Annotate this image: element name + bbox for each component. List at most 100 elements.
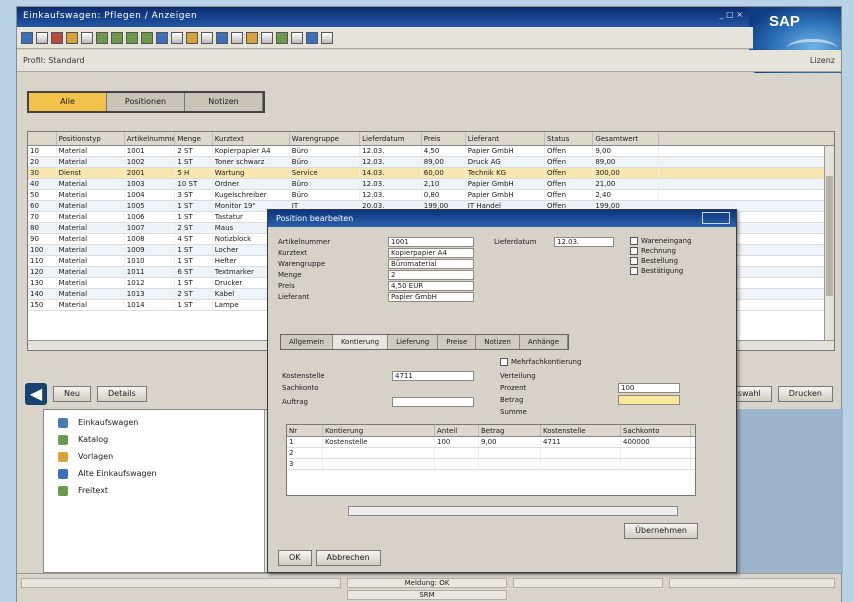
sap-window: Einkaufswagen: Pflegen / Anzeigen _ □ × … — [16, 6, 843, 602]
dialog-field-input[interactable]: Papier GmbH — [388, 291, 474, 302]
tree-item[interactable]: Vorlagen — [44, 448, 274, 465]
layout-icon[interactable] — [186, 31, 198, 44]
scroll-thumb[interactable] — [826, 176, 833, 296]
dialog-tab[interactable]: Lieferung — [388, 335, 439, 349]
tab-notes[interactable]: Notizen — [185, 93, 263, 111]
dialog-field-input[interactable]: Büromaterial — [388, 258, 474, 269]
dialog-tab[interactable]: Notizen — [476, 335, 520, 349]
prev-page-icon[interactable] — [111, 31, 123, 44]
help-icon[interactable] — [321, 31, 333, 44]
column-header[interactable]: Positionstyp — [57, 132, 125, 145]
dialog-tab[interactable]: Preise — [438, 335, 477, 349]
sort-icon[interactable] — [216, 31, 228, 44]
shortcut-icon[interactable] — [171, 31, 183, 44]
change-icon[interactable] — [276, 31, 288, 44]
find-icon[interactable] — [81, 31, 93, 44]
next-page-icon[interactable] — [126, 31, 138, 44]
print-button[interactable]: Drucken — [777, 386, 833, 402]
assignment-table-scrollbar[interactable] — [348, 506, 678, 516]
back-icon[interactable] — [36, 31, 48, 44]
table-cell: 1 ST — [175, 157, 213, 167]
details-button[interactable]: Details — [96, 386, 147, 402]
table-row[interactable]: 1 Kostenstelle 100 9,00 4711 400000 — [287, 437, 695, 448]
table-cell: Material — [57, 289, 125, 299]
column-header[interactable]: Preis — [422, 132, 466, 145]
checkbox[interactable] — [630, 267, 638, 275]
tree-item[interactable]: Einkaufswagen — [44, 414, 274, 431]
checkbox[interactable] — [630, 237, 638, 245]
arrow-left-icon[interactable]: ◀ — [25, 383, 47, 405]
column-header[interactable]: Artikelnummer — [125, 132, 176, 145]
tree-item[interactable]: Katalog — [44, 431, 274, 448]
save-icon[interactable] — [21, 31, 33, 44]
dialog-field-input[interactable]: 1001 — [388, 236, 474, 247]
folder-icon — [58, 451, 68, 462]
column-header[interactable]: Lieferant — [466, 132, 545, 145]
table-cell: 14.03. — [360, 168, 422, 178]
column-header[interactable]: Sachkonto — [621, 425, 691, 436]
table-cell: 1010 — [125, 256, 176, 266]
multi-account-checkbox[interactable] — [500, 357, 508, 366]
table-header: Positionstyp Artikelnummer Menge Kurztext Wa… — [28, 132, 834, 146]
table-vertical-scrollbar[interactable] — [824, 146, 834, 342]
column-header[interactable]: Betrag — [479, 425, 541, 436]
dialog-button-bar: OK Abbrechen — [278, 550, 381, 566]
table-row[interactable]: 2 — [287, 448, 695, 459]
dialog-tab[interactable]: Kontierung — [332, 335, 389, 349]
column-header[interactable]: Kontierung — [323, 425, 435, 436]
details-icon[interactable] — [261, 31, 273, 44]
order-input[interactable] — [392, 396, 474, 407]
delivery-date-input[interactable]: 12.03. — [554, 236, 614, 247]
sum-icon[interactable] — [231, 31, 243, 44]
column-header[interactable]: Nr — [287, 425, 323, 436]
dialog-field-input[interactable]: 4,50 EUR — [388, 280, 474, 291]
dialog-field-input[interactable]: Kopierpapier A4 — [388, 247, 474, 258]
delete-icon[interactable] — [291, 31, 303, 44]
filter-icon[interactable] — [201, 31, 213, 44]
dialog-ok-button[interactable]: OK — [278, 550, 312, 566]
table-cell — [621, 459, 691, 469]
column-header[interactable]: Kurztext — [213, 132, 290, 145]
column-header[interactable]: Menge — [175, 132, 213, 145]
table-row[interactable]: 20 Material 1002 1 ST Toner schwarz Büro 12.03… — [28, 157, 834, 168]
tab-items[interactable]: Positionen — [107, 93, 185, 111]
checkbox[interactable] — [630, 247, 638, 255]
tree-item[interactable]: Alte Einkaufswagen — [44, 465, 274, 482]
column-header[interactable]: Lieferdatum — [360, 132, 422, 145]
new-button[interactable]: Neu — [53, 386, 91, 402]
table-cell: Büro — [290, 146, 361, 156]
window-controls[interactable]: _ □ × — [720, 10, 743, 19]
table-row[interactable]: 50 Material 1004 3 ST Kugelschreiber Büro 12.0… — [28, 190, 834, 201]
close-icon[interactable] — [702, 212, 730, 224]
column-header[interactable]: Anteil — [435, 425, 479, 436]
table-row[interactable]: 10 Material 1001 2 ST Kopierpapier A4 Büro 12.… — [28, 146, 834, 157]
table-row[interactable]: 30 Dienst 2001 5 H Wartung Service 14.03. 60,00… — [28, 168, 834, 179]
copy-icon[interactable] — [306, 31, 318, 44]
dialog-tab[interactable]: Anhänge — [520, 335, 569, 349]
apply-button[interactable]: Übernehmen — [624, 523, 698, 539]
column-header[interactable]: Gesamtwert — [593, 132, 660, 145]
table-row[interactable]: 3 — [287, 459, 695, 470]
column-header[interactable] — [28, 132, 57, 145]
percent-input[interactable]: 100 — [618, 382, 680, 393]
column-header[interactable]: Status — [545, 132, 594, 145]
first-page-icon[interactable] — [96, 31, 108, 44]
table-cell: Material — [57, 146, 125, 156]
cost-center-input[interactable]: 4711 — [392, 370, 474, 381]
dialog-tab[interactable]: Allgemein — [281, 335, 333, 349]
amount-input[interactable] — [618, 394, 680, 405]
export-icon[interactable] — [246, 31, 258, 44]
column-header[interactable]: Kostenstelle — [541, 425, 621, 436]
cancel-icon[interactable] — [51, 31, 63, 44]
column-header[interactable]: Warengruppe — [290, 132, 361, 145]
table-row[interactable]: 40 Material 1003 10 ST Ordner Büro 12.03. 2,10 P… — [28, 179, 834, 190]
last-page-icon[interactable] — [141, 31, 153, 44]
dialog-cancel-button[interactable]: Abbrechen — [315, 550, 381, 566]
print-icon[interactable] — [66, 31, 78, 44]
tree-item[interactable]: Freitext — [44, 482, 274, 499]
tab-all[interactable]: Alle — [29, 93, 107, 111]
table-cell: 2 ST — [175, 289, 213, 299]
dialog-field-input[interactable]: 2 — [388, 269, 474, 280]
new-session-icon[interactable] — [156, 31, 168, 44]
checkbox[interactable] — [630, 257, 638, 265]
